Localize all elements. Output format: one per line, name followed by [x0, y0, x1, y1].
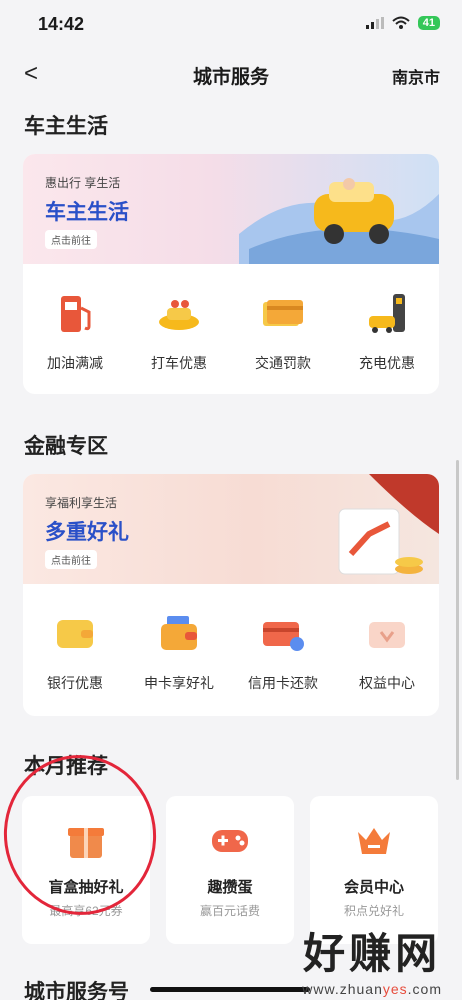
crown-icon: [358, 828, 390, 854]
car-banner-button[interactable]: 点击前往: [45, 230, 97, 249]
wallet-icon: [57, 620, 93, 648]
grid-item-label: 打车优惠: [151, 355, 207, 371]
grid-item-fuel[interactable]: 加油满减: [30, 290, 120, 373]
taxi-icon: [159, 300, 199, 330]
car-card: 惠出行 享生活 车主生活 点击前往 加油满减 打车优惠 交通罚款 充电优惠: [23, 154, 439, 394]
credit-card-icon: [263, 622, 304, 651]
grid-item-traffic-fine[interactable]: 交通罚款: [238, 290, 328, 373]
recommend-card-egg[interactable]: 趣攒蛋 赢百元话费: [166, 796, 294, 944]
grid-item-label: 充电优惠: [359, 355, 415, 371]
finance-banner[interactable]: 享福利享生活 多重好礼 点击前往: [23, 474, 439, 584]
section-title-car: 车主生活: [24, 115, 108, 138]
grid-item-label: 银行优惠: [47, 675, 103, 691]
nav-bar: < 城市服务 南京市: [0, 52, 462, 96]
fuel-pump-icon: [61, 296, 91, 332]
car-banner[interactable]: 惠出行 享生活 车主生活 点击前往: [23, 154, 439, 264]
recommend-title: 趣攒蛋: [207, 879, 253, 896]
grid-item-credit-repay[interactable]: 信用卡还款: [238, 610, 328, 693]
car-icons-row: 加油满减 打车优惠 交通罚款 充电优惠: [23, 264, 439, 373]
grid-item-bank-offers[interactable]: 银行优惠: [30, 610, 120, 693]
status-time: 14:42: [38, 14, 85, 34]
home-indicator[interactable]: [150, 987, 310, 992]
grid-item-rights-center[interactable]: 权益中心: [342, 610, 432, 693]
battery-indicator: 41: [417, 16, 440, 30]
finance-banner-button[interactable]: 点击前往: [45, 550, 97, 569]
gamepad-icon: [212, 830, 248, 852]
finance-icons-row: 银行优惠 申卡享好礼 信用卡还款 权益中心: [23, 584, 439, 693]
watermark-title: 好赚网: [303, 930, 442, 977]
grid-item-taxi[interactable]: 打车优惠: [134, 290, 224, 373]
car-banner-subtitle: 惠出行 享生活: [45, 176, 121, 190]
grid-item-label: 申卡享好礼: [144, 675, 214, 691]
scrollbar[interactable]: [456, 460, 459, 780]
watermark-url: www.zhuanyes.com: [302, 981, 442, 997]
finance-banner-title: 多重好礼: [45, 521, 129, 544]
status-bar: 14:42 41: [0, 0, 462, 48]
city-selector[interactable]: 南京市: [392, 64, 440, 88]
wifi-icon: [392, 16, 410, 29]
recommend-subtitle: 积点兑好礼: [343, 904, 404, 918]
grid-item-charging[interactable]: 充电优惠: [342, 290, 432, 373]
grid-item-label: 加油满减: [47, 355, 103, 371]
ev-charger-icon: [369, 294, 405, 333]
ticket-card-icon: [263, 300, 303, 326]
finance-card: 享福利享生活 多重好礼 点击前往 银行优惠 申卡享好礼 信用卡还款 权益中心: [23, 474, 439, 716]
grid-item-label: 权益中心: [359, 675, 415, 691]
status-icons: 41: [365, 16, 440, 30]
section-title-city-service: 城市服务号: [24, 981, 129, 1000]
calendar-illustration-icon: [338, 474, 439, 575]
car-illustration-icon: [239, 178, 439, 264]
section-title-finance: 金融专区: [24, 435, 108, 458]
card-wallet-icon: [161, 616, 197, 650]
grid-item-label: 信用卡还款: [248, 675, 318, 691]
grid-item-label: 交通罚款: [255, 355, 311, 371]
finance-banner-subtitle: 享福利享生活: [45, 496, 118, 510]
recommend-subtitle: 赢百元话费: [199, 904, 260, 918]
car-banner-title: 车主生活: [45, 201, 129, 224]
coupon-icon: [369, 622, 405, 648]
signal-icon: [365, 17, 384, 29]
grid-item-card-apply[interactable]: 申卡享好礼: [134, 610, 224, 693]
recommend-title: 会员中心: [343, 879, 404, 896]
watermark-logo: 好赚网 www.zhuanyes.com: [302, 920, 442, 997]
